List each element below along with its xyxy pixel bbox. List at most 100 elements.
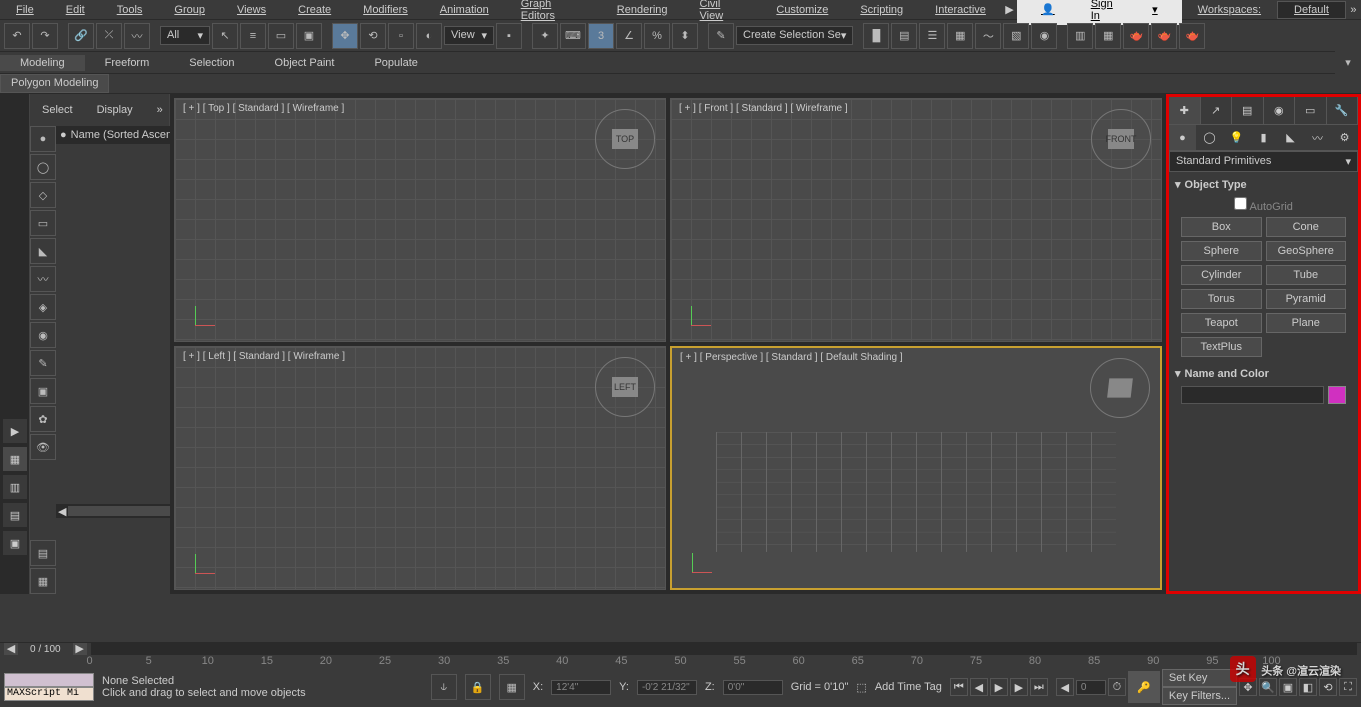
filter-all-icon[interactable]: ● <box>30 126 56 152</box>
cylinder-button[interactable]: Cylinder <box>1181 265 1262 285</box>
render-last-button[interactable]: 🫖 <box>1151 23 1177 49</box>
menu-civil-view[interactable]: Civil View <box>684 0 761 24</box>
menu-rendering[interactable]: Rendering <box>601 2 684 18</box>
viewport-layout4-button[interactable]: ▣ <box>2 530 28 556</box>
time-next-button[interactable]: ▶ <box>73 643 87 655</box>
menu-customize[interactable]: Customize <box>760 2 844 18</box>
menu-modifiers[interactable]: Modifiers <box>347 2 424 18</box>
geometry-subtab[interactable]: ● <box>1169 125 1196 150</box>
select-move-button[interactable]: ✥ <box>332 23 358 49</box>
isolate-icon[interactable]: 🔒 <box>465 674 491 700</box>
align-button[interactable]: ▤ <box>891 23 917 49</box>
material-editor-button[interactable]: ◉ <box>1031 23 1057 49</box>
ribbon-tab-populate[interactable]: Populate <box>354 55 437 71</box>
play-button[interactable]: ▶ <box>990 678 1008 696</box>
select-object-button[interactable]: ↖ <box>212 23 238 49</box>
spacewarps-subtab[interactable]: 〰 <box>1304 125 1331 150</box>
viewport-layout3-button[interactable]: ▤ <box>2 502 28 528</box>
ribbon-tab-modeling[interactable]: Modeling <box>0 55 85 71</box>
menu-views[interactable]: Views <box>221 2 282 18</box>
viewport-layout2-button[interactable]: ▥ <box>2 474 28 500</box>
nav-max-icon[interactable]: ⛶ <box>1339 678 1357 696</box>
next-frame-button[interactable]: ▶ <box>1010 678 1028 696</box>
object-color-swatch[interactable] <box>1328 386 1346 404</box>
menu-animation[interactable]: Animation <box>424 2 505 18</box>
toggle-ribbon-button[interactable]: ▦ <box>947 23 973 49</box>
object-name-input[interactable] <box>1181 386 1324 404</box>
filter-shape-icon[interactable]: ◇ <box>30 182 56 208</box>
lights-subtab[interactable]: 💡 <box>1223 125 1250 150</box>
viewport-left[interactable]: [ + ] [ Left ] [ Standard ] [ Wireframe … <box>174 346 666 590</box>
spinner-snap-button[interactable]: ⬍ <box>672 23 698 49</box>
select-scale-button[interactable]: ▫ <box>388 23 414 49</box>
viewport-label[interactable]: [ + ] [ Left ] [ Standard ] [ Wireframe … <box>183 351 345 362</box>
create-tab[interactable]: ✚ <box>1169 97 1201 124</box>
select-place-button[interactable]: ◐ <box>416 23 442 49</box>
goto-start-button[interactable]: ⏮ <box>950 678 968 696</box>
viewport-layout-button[interactable]: ▦ <box>2 446 28 472</box>
time-prev-button[interactable]: ◀ <box>4 643 18 655</box>
torus-button[interactable]: Torus <box>1181 289 1262 309</box>
menu-create[interactable]: Create <box>282 2 347 18</box>
key-mode-icon[interactable]: ◀ <box>1056 678 1074 696</box>
undo-button[interactable]: ↶ <box>4 23 30 49</box>
primitive-category-dropdown[interactable]: Standard Primitives▾ <box>1169 151 1358 172</box>
redo-button[interactable]: ↷ <box>32 23 58 49</box>
left-expand-icon[interactable]: ▶ <box>2 418 28 444</box>
hierarchy-tab[interactable]: ▤ <box>1232 97 1264 124</box>
menu-edit[interactable]: Edit <box>50 2 101 18</box>
selection-filter-dropdown[interactable]: All▾ <box>160 26 210 45</box>
goto-end-button[interactable]: ⏭ <box>1030 678 1048 696</box>
viewport-top[interactable]: [ + ] [ Top ] [ Standard ] [ Wireframe ]… <box>174 98 666 342</box>
menu-group[interactable]: Group <box>158 2 221 18</box>
ribbon-tab-freeform[interactable]: Freeform <box>85 55 170 71</box>
key-filters-button[interactable]: Key Filters... <box>1162 687 1237 705</box>
filter-light-icon[interactable]: ▭ <box>30 210 56 236</box>
cameras-subtab[interactable]: ▮ <box>1250 125 1277 150</box>
filter-container-icon[interactable]: ✎ <box>30 350 56 376</box>
mirror-button[interactable]: ▐▌ <box>863 23 889 49</box>
workspace-dropdown[interactable]: Default <box>1277 1 1346 19</box>
bind-spacewarp-button[interactable]: 〰 <box>124 23 150 49</box>
curve-editor-button[interactable]: 〜 <box>975 23 1001 49</box>
textplus-button[interactable]: TextPlus <box>1181 337 1262 357</box>
helpers-subtab[interactable]: ◣ <box>1277 125 1304 150</box>
time-slider[interactable] <box>91 643 1357 655</box>
ribbon-collapse-icon[interactable]: ▾ <box>1335 50 1361 76</box>
viewport-perspective[interactable]: [ + ] [ Perspective ] [ Standard ] [ Def… <box>670 346 1162 590</box>
unlink-button[interactable]: ⤫ <box>96 23 122 49</box>
filter-bone-icon[interactable]: ◉ <box>30 322 56 348</box>
filter-spacewarp-icon[interactable]: ◈ <box>30 294 56 320</box>
pivot-center-button[interactable]: ▪ <box>496 23 522 49</box>
viewcube-icon[interactable] <box>1090 358 1150 418</box>
viewcube-icon[interactable]: FRONT <box>1091 109 1151 169</box>
lock-selection-icon[interactable]: ⫝ <box>431 674 457 700</box>
add-time-tag-button[interactable]: Add Time Tag <box>875 681 942 693</box>
viewport-label[interactable]: [ + ] [ Perspective ] [ Standard ] [ Def… <box>680 352 903 363</box>
ribbon-polygon-modeling[interactable]: Polygon Modeling <box>0 74 109 93</box>
select-by-name-button[interactable]: ≡ <box>240 23 266 49</box>
name-color-rollout[interactable]: ▾ Name and Color <box>1175 365 1352 382</box>
display-tab[interactable]: ▭ <box>1295 97 1327 124</box>
scene-tab-display[interactable]: Display <box>85 98 145 122</box>
menu-file[interactable]: File <box>0 2 50 18</box>
scene-list-header[interactable]: ● Name (Sorted Ascend <box>56 126 182 144</box>
z-coord-field[interactable]: 0'0" <box>723 680 783 695</box>
viewport-front[interactable]: [ + ] [ Front ] [ Standard ] [ Wireframe… <box>670 98 1162 342</box>
display-mode-icon[interactable]: ▤ <box>30 540 56 566</box>
shapes-subtab[interactable]: ◯ <box>1196 125 1223 150</box>
snap-toggle-button[interactable]: 3 <box>588 23 614 49</box>
edit-named-sel-button[interactable]: ✎ <box>708 23 734 49</box>
render-production-button[interactable]: 🫖 <box>1123 23 1149 49</box>
ref-coord-dropdown[interactable]: View▾ <box>444 26 494 45</box>
prev-frame-button[interactable]: ◀ <box>970 678 988 696</box>
link-button[interactable]: 🔗 <box>68 23 94 49</box>
render-setup-button[interactable]: ▥ <box>1067 23 1093 49</box>
y-coord-field[interactable]: -0'2 21/32" <box>637 680 697 695</box>
keyboard-shortcut-button[interactable]: ⌨ <box>560 23 586 49</box>
maxscript-listener[interactable]: MAXScript Mi <box>4 687 94 701</box>
viewport-label[interactable]: [ + ] [ Front ] [ Standard ] [ Wireframe… <box>679 103 848 114</box>
x-coord-field[interactable]: 12'4" <box>551 680 611 695</box>
geosphere-button[interactable]: GeoSphere <box>1266 241 1347 261</box>
region-rect-button[interactable]: ▭ <box>268 23 294 49</box>
